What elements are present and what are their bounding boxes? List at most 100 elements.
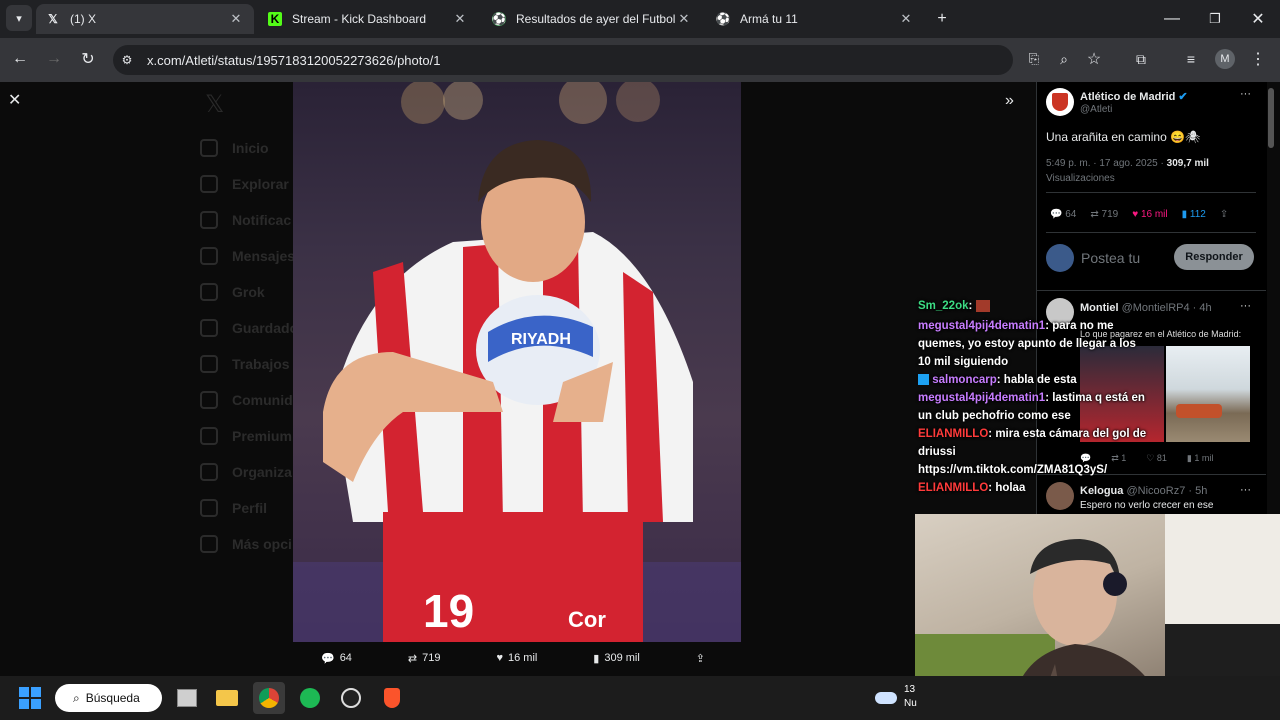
views-icon: ▮ [593,652,600,665]
close-window-icon[interactable]: ✕ [1244,5,1272,33]
chat-message: megustal4pij4dematin1: lastima q está en… [918,392,1145,422]
tab-x[interactable]: 𝕏 (1) X ✕ [36,4,254,34]
x-logo-icon: 𝕏 [205,91,225,118]
close-tab-icon[interactable]: ✕ [228,11,244,27]
clock[interactable]: 13 Nu [904,683,917,711]
tab-search-button[interactable]: ▾ [6,5,32,31]
forward-icon[interactable]: → [40,45,68,73]
maximize-icon[interactable]: ❐ [1201,5,1229,33]
reload-icon[interactable]: ↻ [74,45,102,73]
nav-label: Comunid [232,392,293,408]
chat-message: salmoncarp: habla de esta [918,371,1148,389]
like-action[interactable]: ♡ 81 [1146,453,1167,464]
like-action[interactable]: ♥ 16 mil [496,652,537,664]
nav-label: Notificac [232,212,292,228]
nav-label: Explorar [232,176,289,192]
address-bar[interactable]: ⚙ x.com/Atleti/status/195718312005227362… [113,45,1013,75]
reply-button[interactable]: Responder [1174,244,1254,270]
heart-icon: ♥ [1132,209,1139,220]
reply-text: Espero no verlo crecer en ese [1080,500,1214,511]
chat-username: megustal4pij4dematin1 [918,320,1046,332]
atleti-avatar[interactable] [1046,88,1074,116]
start-button[interactable] [14,682,46,714]
profile-avatar[interactable]: M [1211,45,1239,73]
zoom-icon[interactable]: ⌕ [1050,45,1078,73]
panel-scrollbar[interactable] [1268,88,1274,148]
reply-action[interactable]: 💬 64 [321,652,352,665]
jersey-number: 19 [423,585,474,637]
install-app-icon[interactable]: ⎘ [1020,45,1048,73]
close-photo-button[interactable]: ✕ [8,90,21,110]
tweet-views-label: Visualizaciones [1046,173,1115,184]
reply-image-car[interactable] [1166,346,1250,442]
more-options-icon[interactable]: ··· [1240,88,1251,100]
author-name: Atlético de Madrid [1080,91,1176,103]
views-action[interactable]: ▮ 309 mil [593,652,640,665]
new-tab-icon[interactable]: + [928,5,956,33]
nav-icon [200,355,218,373]
tab-title: Armá tu 11 [740,12,798,26]
author-handle[interactable]: @Atleti [1080,104,1112,115]
weather-icon[interactable] [870,682,902,714]
bookmark-action[interactable]: ▮ 112 [1182,209,1206,220]
close-tab-icon[interactable]: ✕ [898,11,914,27]
brave-icon[interactable] [376,682,408,714]
taskbar-search[interactable]: ⌕ Búsqueda [55,684,162,712]
soccer-ball-icon: ⚽ [715,12,731,26]
windows-logo-icon [19,687,41,709]
nav-icon [200,283,218,301]
minimize-icon[interactable]: — [1158,5,1186,33]
emote-icon [975,299,990,312]
tweet-photo[interactable]: 19 Cor RIYADH [293,82,741,642]
subscriber-badge-icon [918,374,929,386]
nav-icon [200,211,218,229]
menu-icon[interactable]: ⋮ [1244,45,1272,73]
bookmark-star-icon[interactable]: ☆ [1080,45,1108,73]
background-nav-item: Guardado [200,310,298,346]
bookmark-count: 112 [1189,209,1206,220]
chat-message: Sm_22ok: [918,297,1148,315]
site-settings-icon[interactable]: ⚙ [113,53,141,67]
photo-action-bar: 💬 64 ⇄ 719 ♥ 16 mil ▮ 309 mil ⇪ [293,646,733,670]
atleti-crest-icon [1052,93,1068,111]
views-action[interactable]: ▮ 1 mil [1187,453,1213,464]
author-name-row[interactable]: Atlético de Madrid ✔ [1080,90,1188,103]
collapse-panel-icon[interactable]: » [1005,92,1014,110]
extensions-icon[interactable]: ⧉ [1127,45,1155,73]
back-icon[interactable]: ← [6,45,34,73]
media-control-icon[interactable]: ≡ [1177,45,1205,73]
reply-input[interactable]: Postea tu [1081,250,1140,266]
divider [1046,232,1256,233]
tab-resultados[interactable]: ⚽ Resultados de ayer del Futbol A ✕ [482,4,702,34]
chrome-icon[interactable] [253,682,285,714]
close-tab-icon[interactable]: ✕ [452,11,468,27]
ball-sponsor: RIYADH [511,331,571,348]
nav-label: Mensajes [232,248,296,264]
like-count: 16 mil [1140,209,1168,220]
tab-title: Resultados de ayer del Futbol A [516,12,676,26]
obs-icon[interactable] [335,682,367,714]
like-action[interactable]: ♥ 16 mil [1132,209,1167,220]
task-view-icon[interactable] [171,682,203,714]
x-logo-icon: 𝕏 [48,12,58,26]
tab-kick[interactable]: K Stream - Kick Dashboard ✕ [258,4,478,34]
repost-action[interactable]: ⇄ 719 [1090,209,1118,220]
more-options-icon[interactable]: ··· [1240,484,1251,496]
background-nav-item: Inicio [200,130,298,166]
close-tab-icon[interactable]: ✕ [676,11,692,27]
nav-icon [200,175,218,193]
tweet-timestamp[interactable]: 5:49 p. m. · 17 ago. 2025 · [1046,158,1164,169]
repost-count: 719 [422,652,441,664]
spotify-icon[interactable] [294,682,326,714]
shorts-brand: Cor [568,607,606,632]
more-options-icon[interactable]: ··· [1240,300,1251,312]
file-explorer-icon[interactable] [211,682,243,714]
user-avatar[interactable] [1046,244,1074,272]
share-icon[interactable]: ⇪ [1220,209,1228,220]
tab-arma-tu-11[interactable]: ⚽ Armá tu 11 ✕ [706,4,924,34]
nav-label: Guardado [232,320,299,336]
share-action[interactable]: ⇪ [696,652,705,665]
reply-action[interactable]: 💬 64 [1050,209,1076,220]
repost-action[interactable]: ⇄ 719 [408,652,441,665]
clock-sub: Nu [904,698,917,709]
